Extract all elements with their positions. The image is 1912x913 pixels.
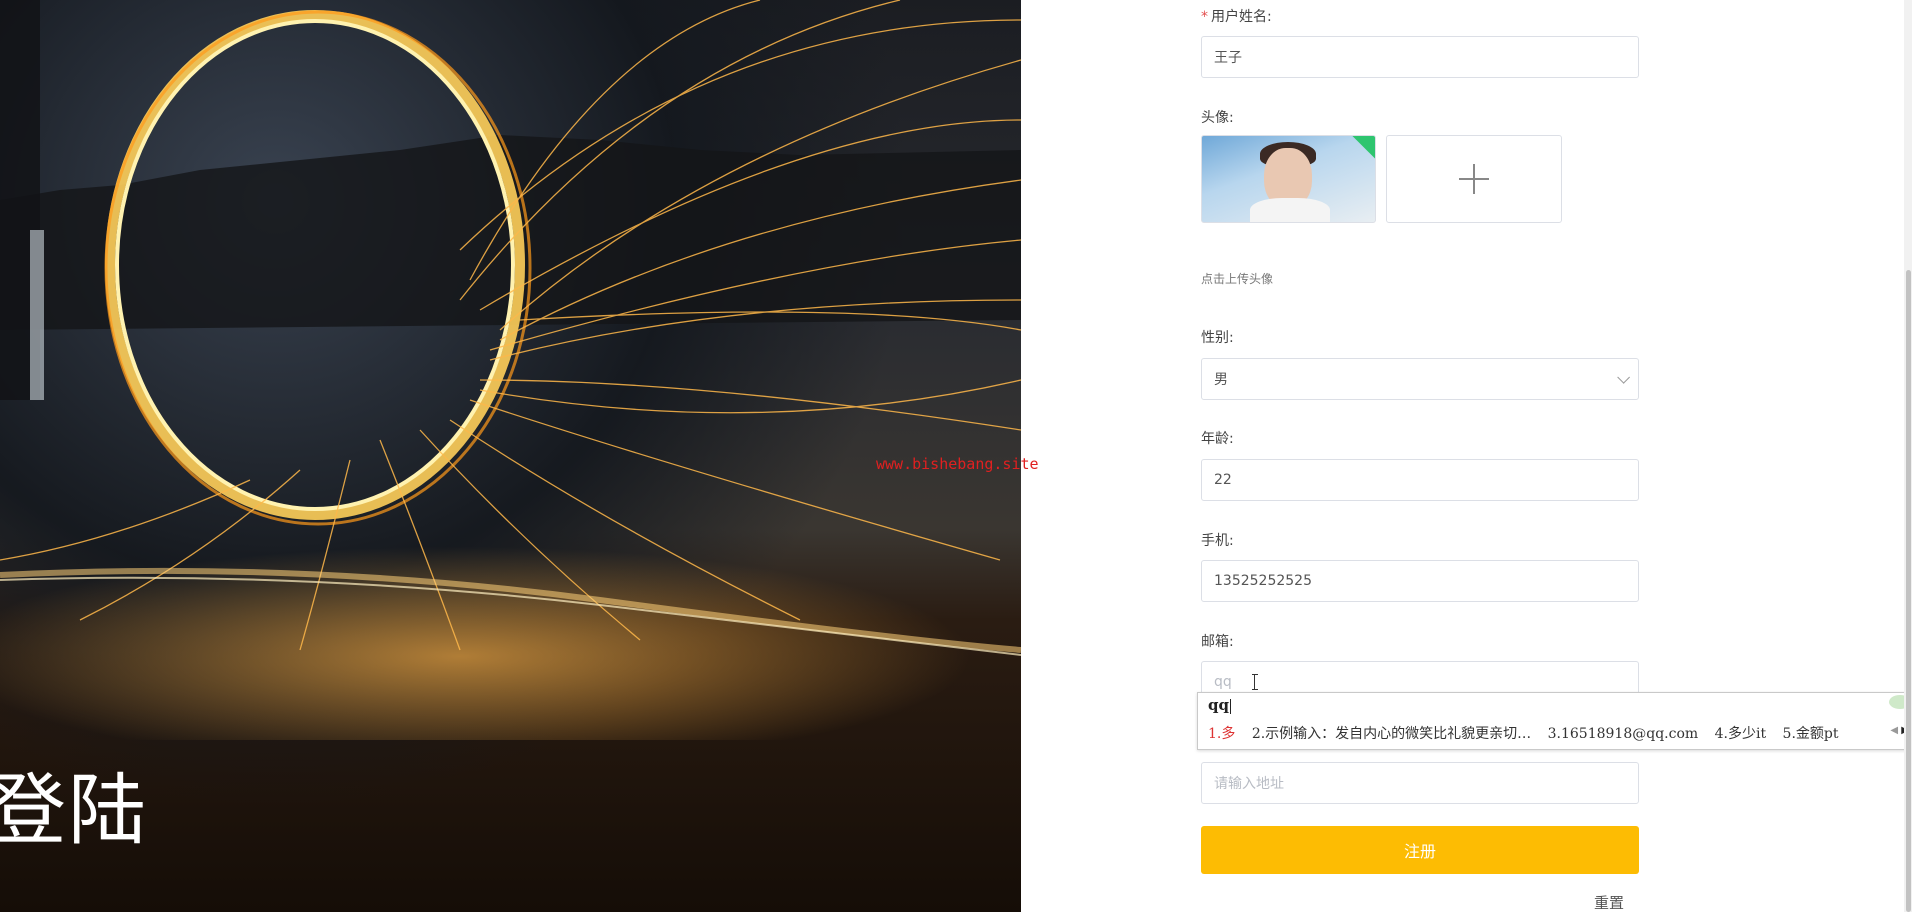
username-label: * 用户姓名: xyxy=(1201,6,1272,26)
login-title: 登陆 xyxy=(0,766,149,856)
ime-candidate-popup: qq 1.多 2.示例输入：发自内心的微笑比礼貌更亲切… 3.16518918@… xyxy=(1197,692,1912,750)
scrollbar-thumb[interactable] xyxy=(1906,270,1911,912)
ime-candidate-list: 1.多 2.示例输入：发自内心的微笑比礼貌更亲切… 3.16518918@qq.… xyxy=(1208,723,1851,743)
required-mark: * xyxy=(1201,9,1208,25)
ime-composition-text: qq xyxy=(1208,696,1229,714)
username-input[interactable]: 王子 xyxy=(1201,36,1639,78)
hero-photo: 登陆 xyxy=(0,0,1021,912)
plus-icon xyxy=(1459,164,1489,194)
upload-success-badge xyxy=(1350,136,1375,160)
text-cursor-icon xyxy=(1252,674,1258,690)
phone-value: 13525252525 xyxy=(1214,573,1312,589)
caret xyxy=(1229,698,1231,714)
age-label: 年龄: xyxy=(1201,431,1234,447)
age-input[interactable]: 22 xyxy=(1201,459,1639,501)
avatar-upload-button[interactable] xyxy=(1386,135,1562,223)
email-value: qq xyxy=(1214,674,1232,690)
age-value: 22 xyxy=(1214,472,1232,488)
ime-candidate[interactable]: 3.16518918@qq.com xyxy=(1548,726,1699,742)
hero-image xyxy=(0,0,1021,740)
ime-candidate[interactable]: 2.示例输入：发自内心的微笑比礼貌更亲切… xyxy=(1252,726,1531,742)
username-value: 王子 xyxy=(1214,50,1242,66)
email-label: 邮箱: xyxy=(1201,634,1234,650)
register-button[interactable]: 注册 xyxy=(1201,826,1639,874)
avatar-body xyxy=(1250,198,1330,222)
avatar-hint: 点击上传头像 xyxy=(1201,272,1274,286)
phone-label: 手机: xyxy=(1201,533,1234,549)
ime-candidate[interactable]: 1.多 xyxy=(1208,726,1235,742)
chevron-down-icon xyxy=(1617,370,1630,384)
address-placeholder: 请输入地址 xyxy=(1214,776,1284,792)
avatar-label: 头像: xyxy=(1201,110,1234,126)
gender-label: 性别: xyxy=(1201,330,1234,346)
gender-value: 男 xyxy=(1214,372,1228,388)
avatar-thumbnail[interactable] xyxy=(1201,135,1376,223)
ime-candidate[interactable]: 4.多少it xyxy=(1715,726,1766,742)
gender-select[interactable]: 男 xyxy=(1201,358,1639,400)
phone-input[interactable]: 13525252525 xyxy=(1201,560,1639,602)
address-input[interactable]: 请输入地址 xyxy=(1201,762,1639,804)
ime-candidate[interactable]: 5.金额pt xyxy=(1783,726,1839,742)
username-label-text: 用户姓名: xyxy=(1211,9,1272,25)
reset-button[interactable]: 重置 xyxy=(1594,892,1624,913)
ime-composition: qq xyxy=(1208,696,1231,714)
watermark-text: www.bishebang.site xyxy=(876,455,1039,473)
